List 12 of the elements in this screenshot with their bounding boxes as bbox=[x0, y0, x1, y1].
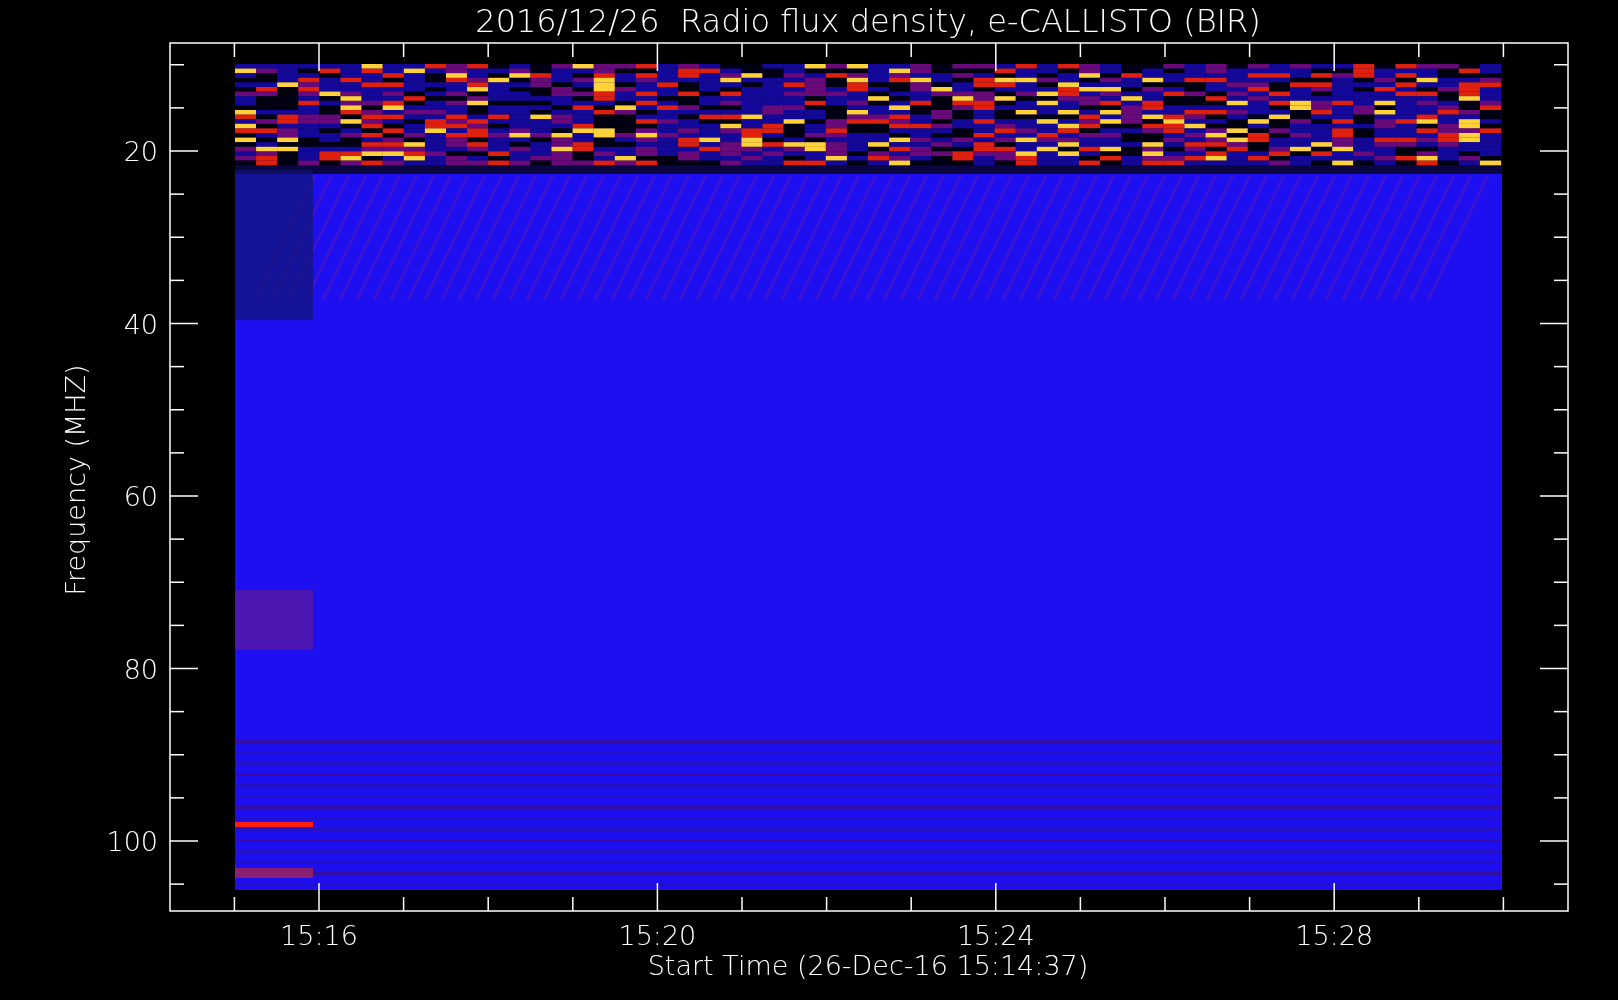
axis-tick-label: 80 bbox=[123, 653, 158, 685]
axis-tick-label: 15:16 bbox=[280, 920, 358, 951]
chart-title: 2016/12/26 Radio flux density, e-CALLISTO (BIR) bbox=[475, 2, 1261, 40]
axis-tick-label: 60 bbox=[123, 481, 158, 512]
axis-tick-label: 100 bbox=[106, 826, 158, 857]
axis-title: Frequency (MHZ) bbox=[60, 364, 91, 596]
axis-tick-label: 15:28 bbox=[1295, 920, 1374, 951]
axis-tick-label: 15:20 bbox=[618, 920, 697, 951]
axis-title: Start Time (26-Dec-16 15:14:37) bbox=[647, 950, 1089, 981]
axis-tick-label: 40 bbox=[123, 308, 158, 340]
axis-tick-label: 15:24 bbox=[956, 920, 1035, 951]
axis-tick-label: 20 bbox=[123, 136, 158, 167]
